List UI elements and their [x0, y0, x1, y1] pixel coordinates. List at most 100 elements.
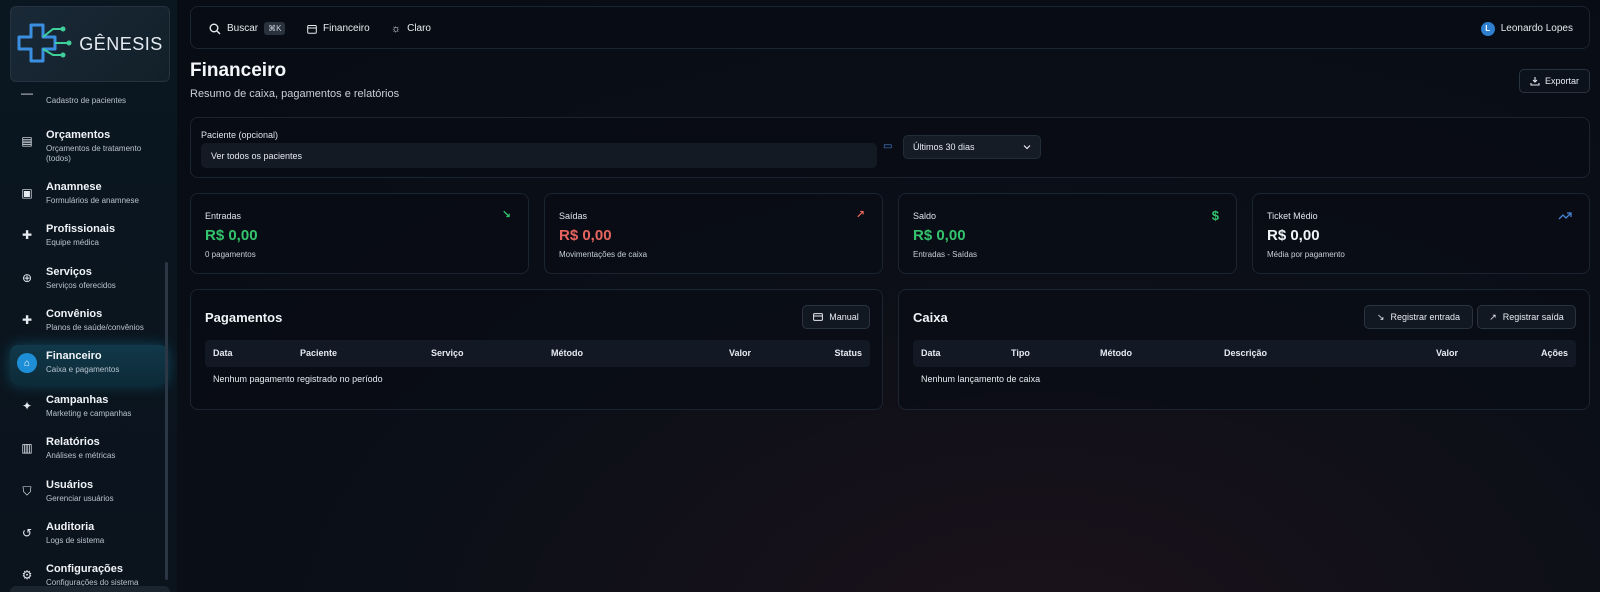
- sidebar-item-label: Profissionais: [46, 223, 116, 235]
- cash-panel: Caixa ↘ Registrar entrada ↗ Registrar sa…: [898, 289, 1590, 410]
- stat-subtitle: Movimentações de caixa: [559, 250, 648, 259]
- credit-card-icon: [813, 313, 824, 321]
- sidebar-item-label: Relatórios: [46, 436, 100, 448]
- sidebar-item-orcamentos[interactable]: ▤ Orçamentos Orçamentos de tratamento (t…: [10, 128, 168, 168]
- sidebar-item-profissionais[interactable]: ✚ Profissionais Equipe médica: [10, 222, 168, 262]
- theme-toggle[interactable]: ☼ Claro: [391, 7, 431, 50]
- user-menu[interactable]: L Leonardo Lopes: [1480, 7, 1573, 50]
- sidebar-item-subtitle: Caixa e pagamentos: [46, 365, 120, 374]
- page-title: Financeiro: [190, 60, 287, 81]
- clipboard-icon: ▣: [21, 186, 33, 200]
- export-label: Exportar: [1544, 76, 1579, 86]
- sidebar-item-auditoria[interactable]: ↺ Auditoria Logs de sistema: [10, 520, 168, 560]
- column-header: Serviço: [431, 348, 464, 358]
- arrow-up-right-icon: ↗: [855, 209, 865, 221]
- avatar: L: [1480, 21, 1495, 36]
- sidebar-item-usuarios[interactable]: ⛉ Usuários Gerenciar usuários: [10, 478, 168, 518]
- sidebar-item-label: Usuários: [46, 479, 94, 491]
- stat-card-entradas: Entradas R$ 0,00 0 pagamentos ↘: [190, 193, 529, 274]
- medical-bag-icon: ⊕: [21, 271, 33, 285]
- section-label: Financeiro: [323, 23, 370, 34]
- column-header: Valor: [1436, 348, 1459, 358]
- manual-payment-button[interactable]: Manual: [802, 305, 870, 329]
- search-label: Buscar: [227, 23, 259, 34]
- sidebar-item-label: Serviços: [46, 266, 92, 278]
- sidebar-item-subtitle: Equipe médica: [46, 238, 99, 247]
- period-select-value: Últimos 30 dias: [913, 142, 975, 152]
- empty-state: Nenhum lançamento de caixa: [921, 374, 1041, 384]
- stat-card-saldo: Saldo R$ 0,00 Entradas - Saídas $: [898, 193, 1237, 274]
- sun-icon: ☼: [391, 22, 402, 35]
- sidebar-item-subtitle: Marketing e campanhas: [46, 409, 132, 418]
- sidebar-item-anamnese[interactable]: ▣ Anamnese Formulários de anamnese: [10, 180, 168, 220]
- patient-select[interactable]: Ver todos os pacientes: [201, 143, 877, 168]
- payments-table-header: Data Paciente Serviço Método Valor Statu…: [205, 340, 870, 367]
- bank-icon: ⌂: [17, 353, 37, 373]
- arrow-down-right-icon: ↘: [501, 209, 511, 221]
- column-header: Status: [834, 348, 862, 358]
- cash-title: Caixa: [913, 310, 948, 325]
- theme-label: Claro: [407, 23, 431, 34]
- user-name: Leonardo Lopes: [1500, 23, 1573, 34]
- sidebar-item-convenios[interactable]: ✚ Convênios Planos de saúde/convênios: [10, 307, 168, 347]
- bar-chart-icon: ▥: [21, 441, 33, 455]
- filter-panel: Paciente (opcional) Ver todos os pacient…: [190, 117, 1590, 178]
- search-button[interactable]: Buscar ⌘K: [209, 7, 286, 50]
- gear-icon: ⚙: [21, 568, 33, 582]
- column-header: Ações: [1540, 348, 1568, 358]
- stat-subtitle: 0 pagamentos: [205, 250, 256, 259]
- stat-card-saidas: Saídas R$ 0,00 Movimentações de caixa ↗: [544, 193, 883, 274]
- arrow-down-right-icon: ↘: [1376, 311, 1385, 322]
- register-entry-button[interactable]: ↘ Registrar entrada: [1364, 305, 1473, 329]
- sidebar-item-label: Campanhas: [46, 394, 109, 406]
- sidebar-item-subtitle: Análises e métricas: [46, 451, 116, 460]
- manual-label: Manual: [829, 312, 859, 322]
- shield-user-icon: ⛉: [22, 483, 32, 498]
- sidebar-item-financeiro[interactable]: ⌂ Financeiro Caixa e pagamentos: [10, 345, 168, 385]
- arrow-up-right-icon: ↗: [1489, 311, 1497, 322]
- column-header: Descrição: [1224, 348, 1268, 358]
- payments-title: Pagamentos: [205, 310, 283, 325]
- column-header: Data: [213, 348, 233, 358]
- sidebar-item-campanhas[interactable]: ✦ Campanhas Marketing e campanhas: [10, 393, 168, 433]
- section-button[interactable]: Financeiro: [307, 7, 370, 50]
- register-exit-button[interactable]: ↗ Registrar saída: [1477, 305, 1576, 329]
- sidebar: GÊNESIS — Cadastro de pacientes ▤ Orçame…: [0, 0, 177, 592]
- register-exit-label: Registrar saída: [1502, 312, 1564, 322]
- sidebar-item-subtitle: Formulários de anamnese: [46, 196, 139, 205]
- sidebar-item-pacientes[interactable]: — Cadastro de pacientes: [10, 84, 168, 112]
- stat-value: R$ 0,00: [1267, 227, 1320, 244]
- column-header: Método: [551, 348, 583, 358]
- stat-subtitle: Entradas - Saídas: [913, 250, 978, 259]
- sidebar-item-servicos[interactable]: ⊕ Serviços Serviços oferecidos: [10, 265, 168, 305]
- trending-up-icon: [1558, 212, 1572, 220]
- period-select[interactable]: Últimos 30 dias: [903, 135, 1041, 159]
- stat-subtitle: Média por pagamento: [1267, 250, 1345, 259]
- topbar: Buscar ⌘K Financeiro ☼ Claro L Leonardo …: [190, 6, 1590, 49]
- sidebar-item-label: Convênios: [46, 308, 103, 320]
- sidebar-item-label: Anamnese: [46, 181, 102, 193]
- medical-cross-icon: ✚: [21, 228, 33, 242]
- sidebar-item-relatorios[interactable]: ▥ Relatórios Análises e métricas: [10, 435, 168, 475]
- logo-text: GÊNESIS: [79, 33, 163, 54]
- sidebar-scrollbar[interactable]: [165, 262, 168, 580]
- medical-cross-icon: ✚: [21, 313, 33, 327]
- chevron-down-icon: [1023, 145, 1031, 150]
- export-button[interactable]: Exportar: [1519, 69, 1590, 93]
- stat-label: Saídas: [559, 211, 588, 221]
- payments-panel: Pagamentos Manual Data Paciente Serviço …: [190, 289, 883, 410]
- calendar-icon: ▭: [883, 141, 893, 152]
- stat-card-ticket-medio: Ticket Médio R$ 0,00 Média por pagamento: [1252, 193, 1590, 274]
- logo[interactable]: GÊNESIS: [10, 6, 170, 82]
- stat-value: R$ 0,00: [205, 227, 258, 244]
- column-header: Data: [921, 348, 941, 358]
- register-entry-label: Registrar entrada: [1390, 312, 1461, 322]
- stat-label: Entradas: [205, 211, 242, 221]
- stat-value: R$ 0,00: [559, 227, 612, 244]
- cash-table-header: Data Tipo Método Descrição Valor Ações: [913, 340, 1576, 367]
- sidebar-item-label: Orçamentos: [46, 129, 111, 141]
- stat-value: R$ 0,00: [913, 227, 966, 244]
- search-icon: [209, 23, 221, 34]
- column-header: Valor: [729, 348, 752, 358]
- sparkles-icon: ✦: [21, 399, 33, 413]
